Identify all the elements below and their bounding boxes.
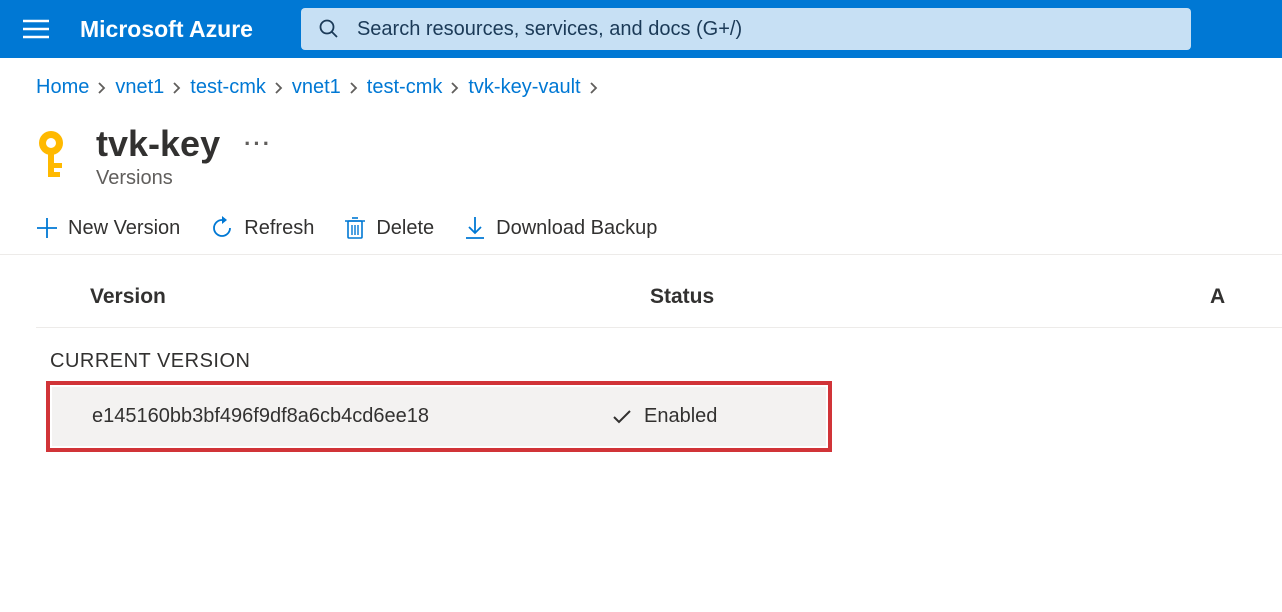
plus-icon (36, 217, 58, 239)
key-icon (36, 129, 78, 184)
page-header: tvk-key ··· Versions (0, 99, 1282, 190)
column-header-status[interactable]: Status (650, 285, 1210, 309)
chevron-right-icon (172, 81, 182, 95)
more-actions-button[interactable]: ··· (244, 131, 272, 157)
page-title: tvk-key (96, 123, 220, 165)
section-label-current: CURRENT VERSION (36, 328, 1282, 381)
versions-table: Version Status A CURRENT VERSION e145160… (0, 255, 1282, 452)
chevron-right-icon (349, 81, 359, 95)
delete-button[interactable]: Delete (344, 216, 434, 240)
chevron-right-icon (97, 81, 107, 95)
breadcrumb-item[interactable]: Home (36, 76, 89, 99)
new-version-label: New Version (68, 217, 180, 240)
table-row[interactable]: e145160bb3bf496f9df8a6cb4cd6ee18 Enabled (52, 387, 826, 446)
breadcrumb-item[interactable]: vnet1 (292, 76, 341, 99)
breadcrumb-item[interactable]: test-cmk (190, 76, 266, 99)
breadcrumb-item[interactable]: test-cmk (367, 76, 443, 99)
refresh-label: Refresh (244, 217, 314, 240)
column-header-extra[interactable]: A (1210, 285, 1282, 309)
breadcrumb: Home vnet1 test-cmk vnet1 test-cmk tvk-k… (0, 58, 1282, 99)
command-bar: New Version Refresh Delete Download Back… (0, 190, 1282, 255)
chevron-right-icon (450, 81, 460, 95)
column-header-version[interactable]: Version (90, 285, 650, 309)
brand-label: Microsoft Azure (80, 16, 253, 43)
search-box[interactable] (301, 8, 1191, 50)
menu-button[interactable] (12, 5, 60, 53)
cell-status: Enabled (612, 405, 717, 428)
highlighted-row-box: e145160bb3bf496f9df8a6cb4cd6ee18 Enabled (46, 381, 832, 452)
delete-label: Delete (376, 217, 434, 240)
trash-icon (344, 216, 366, 240)
download-backup-label: Download Backup (496, 217, 657, 240)
download-backup-button[interactable]: Download Backup (464, 216, 657, 240)
breadcrumb-item[interactable]: tvk-key-vault (468, 76, 580, 99)
cell-version: e145160bb3bf496f9df8a6cb4cd6ee18 (92, 405, 612, 428)
title-block: tvk-key ··· Versions (96, 123, 272, 190)
search-icon (319, 19, 339, 39)
new-version-button[interactable]: New Version (36, 217, 180, 240)
search-input[interactable] (357, 18, 1173, 41)
check-icon (612, 409, 632, 425)
table-header-row: Version Status A (36, 255, 1282, 328)
chevron-right-icon (274, 81, 284, 95)
breadcrumb-item[interactable]: vnet1 (115, 76, 164, 99)
refresh-icon (210, 216, 234, 240)
download-icon (464, 216, 486, 240)
top-bar: Microsoft Azure (0, 0, 1282, 58)
hamburger-icon (23, 19, 49, 39)
page-subtitle: Versions (96, 167, 272, 190)
status-text: Enabled (644, 405, 717, 428)
refresh-button[interactable]: Refresh (210, 216, 314, 240)
chevron-right-icon (589, 81, 599, 95)
